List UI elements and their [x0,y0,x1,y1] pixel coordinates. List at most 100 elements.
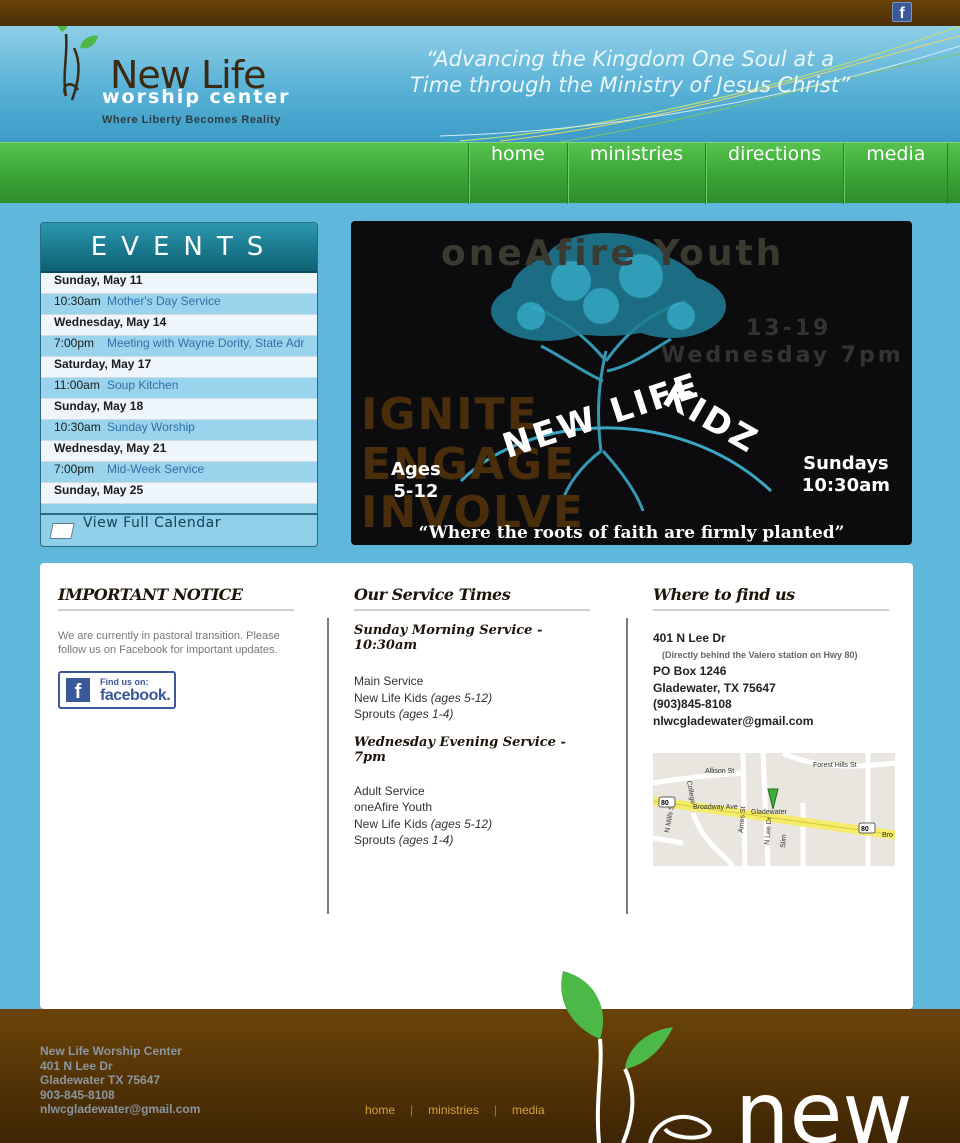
service-item: Main Service [354,674,424,688]
banner-schedule: Sundays 10:30am [802,453,890,497]
site-header: New Life worship center Where Liberty Be… [0,26,960,142]
event-link[interactable]: Mid-Week Service [107,462,204,476]
wednesday-service-list: Adult Service oneAfire Youth New Life Ki… [354,783,590,849]
sunday-service-list: Main Service New Life Kids (ages 5-12) S… [354,673,590,723]
service-item: Sprouts (ages 1-4) [354,707,454,721]
brand-subtitle: worship center [102,86,291,108]
map-label: Allison St [705,768,734,775]
footer-nav: home | ministries | media [365,1103,545,1117]
banner-ages: Ages 5-12 [391,459,441,503]
banner-quote: “Where the roots of faith are firmly pla… [418,523,845,543]
notice-heading: IMPORTANT NOTICE [58,585,294,611]
service-item: Sprouts (ages 1-4) [354,833,454,847]
promo-banner[interactable]: oneAfire Youth 13-19 Wednesday 7pm IGNIT… [351,221,912,545]
important-notice-section: IMPORTANT NOTICE We are currently in pas… [58,585,294,709]
event-time: 7:00pm [54,462,95,476]
banner-bg-text: 13-19 [746,316,832,341]
site-footer: New Life Worship Center 401 N Lee Dr Gla… [0,971,960,1143]
events-list: Sunday, May 11 10:30am Mother's Day Servi… [41,271,317,504]
notice-text: We are currently in pastoral transition.… [58,630,280,656]
service-item: oneAfire Youth [354,800,433,814]
site-logo[interactable]: New Life worship center Where Liberty Be… [50,26,320,136]
nav-media[interactable]: media [843,143,949,204]
ages-label: Ages [391,459,441,480]
event-link[interactable]: Soup Kitchen [107,378,178,392]
event-day: Wednesday, May 14 [41,315,317,336]
facebook-badge-line1: Find us on: [100,677,149,687]
map-label: Slim [780,834,788,848]
footer-link-ministries[interactable]: ministries [428,1103,479,1117]
sunday-service-heading: Sunday Morning Service - 10:30am [354,623,543,653]
slogan-line-1: “Advancing the Kingdom One Soul at a [425,47,835,71]
address-po-box: PO Box 1246 [653,664,727,678]
facebook-icon: f [66,678,90,703]
main-navbar: home ministries directions media [0,142,960,204]
header-slogan: “Advancing the Kingdom One Soul at a Tim… [360,46,900,98]
banner-bg-text: Wednesday 7pm [661,343,904,368]
footer-city: Gladewater TX 75647 [40,1073,161,1087]
slogan-line-2: Time through the Ministry of Jesus Chris… [410,73,850,97]
column-divider [626,618,628,914]
address-note: (Directly behind the Valero station on H… [662,649,858,660]
event-item[interactable]: 7:00pm Meeting with Wayne Dority, State A… [41,336,317,357]
event-day: Sunday, May 11 [41,273,317,294]
event-item[interactable]: 11:00am Soup Kitchen [41,378,317,399]
svg-text:80: 80 [661,800,669,807]
footer-logo-text: new [735,1064,913,1143]
brand-tagline: Where Liberty Becomes Reality [102,114,281,126]
footer-street: 401 N Lee Dr [40,1058,113,1073]
event-day: Saturday, May 17 [41,357,317,378]
event-item[interactable]: 7:00pm Mid-Week Service [41,462,317,483]
footer-contact: New Life Worship Center 401 N Lee Dr Gla… [40,1044,200,1117]
facebook-icon[interactable]: f [892,2,912,22]
event-time: 7:00pm [54,336,95,350]
map-graphic: Allison St Forest Hills St Broadway Ave … [653,753,895,866]
event-link[interactable]: Mother's Day Service [107,294,221,308]
map-label: Forest Hills St [813,762,857,769]
footer-phone: 903-845-8108 [40,1087,115,1102]
events-title: EVENTS [41,223,317,271]
service-times-section: Our Service Times Sunday Morning Service… [354,585,590,849]
nav-ministries[interactable]: ministries [566,143,705,204]
service-item: Adult Service [354,783,425,798]
event-time: 11:00am [54,378,100,392]
column-divider [327,618,329,914]
nav-home[interactable]: home [468,143,567,204]
event-item[interactable]: 10:30am Mother's Day Service [41,294,317,315]
footer-link-media[interactable]: media [512,1103,545,1117]
top-bar: f [0,0,960,26]
event-link[interactable]: Meeting with Wayne Dority, State Adr [107,336,304,350]
sundays-label: Sundays [803,453,889,474]
footer-separator: | [410,1103,414,1117]
map-label: Broadway Ave [693,804,738,811]
footer-org-name: New Life Worship Center [40,1044,182,1058]
svg-text:80: 80 [861,826,869,833]
main-nav: home ministries directions media [468,143,949,204]
location-map[interactable]: Allison St Forest Hills St Broadway Ave … [653,753,895,866]
event-time: 10:30am [54,420,101,434]
location-heading: Where to find us [653,585,889,611]
service-times-heading: Our Service Times [354,585,590,611]
nav-directions[interactable]: directions [705,143,843,204]
content-panel: IMPORTANT NOTICE We are currently in pas… [40,563,913,1009]
footer-separator: | [493,1103,497,1117]
service-item: New Life Kids (ages 5-12) [354,816,493,831]
sundays-time: 10:30am [801,475,890,496]
email-address[interactable]: nlwcgladewater@gmail.com [653,713,889,730]
view-full-calendar-link[interactable]: View Full Calendar [41,513,317,546]
footer-link-home[interactable]: home [365,1103,395,1117]
calendar-icon [49,523,75,539]
map-label: Gladewater [751,809,787,816]
footer-email[interactable]: nlwcgladewater@gmail.com [40,1102,200,1117]
map-label: Bro [882,832,893,839]
phone-number: (903)845-8108 [653,697,732,711]
address-block: 401 N Lee Dr (Directly behind the Valero… [653,630,889,729]
events-widget: EVENTS Sunday, May 11 10:30am Mother's Da… [40,222,318,547]
event-item[interactable]: 10:30am Sunday Worship [41,420,317,441]
event-link[interactable]: Sunday Worship [107,420,195,434]
footer-logo: new [561,971,913,1143]
facebook-badge-line2: facebook. [100,687,171,704]
view-full-calendar-label: View Full Calendar [83,515,222,531]
event-time: 10:30am [54,294,101,308]
facebook-badge-button[interactable]: f Find us on: facebook. [58,671,176,709]
